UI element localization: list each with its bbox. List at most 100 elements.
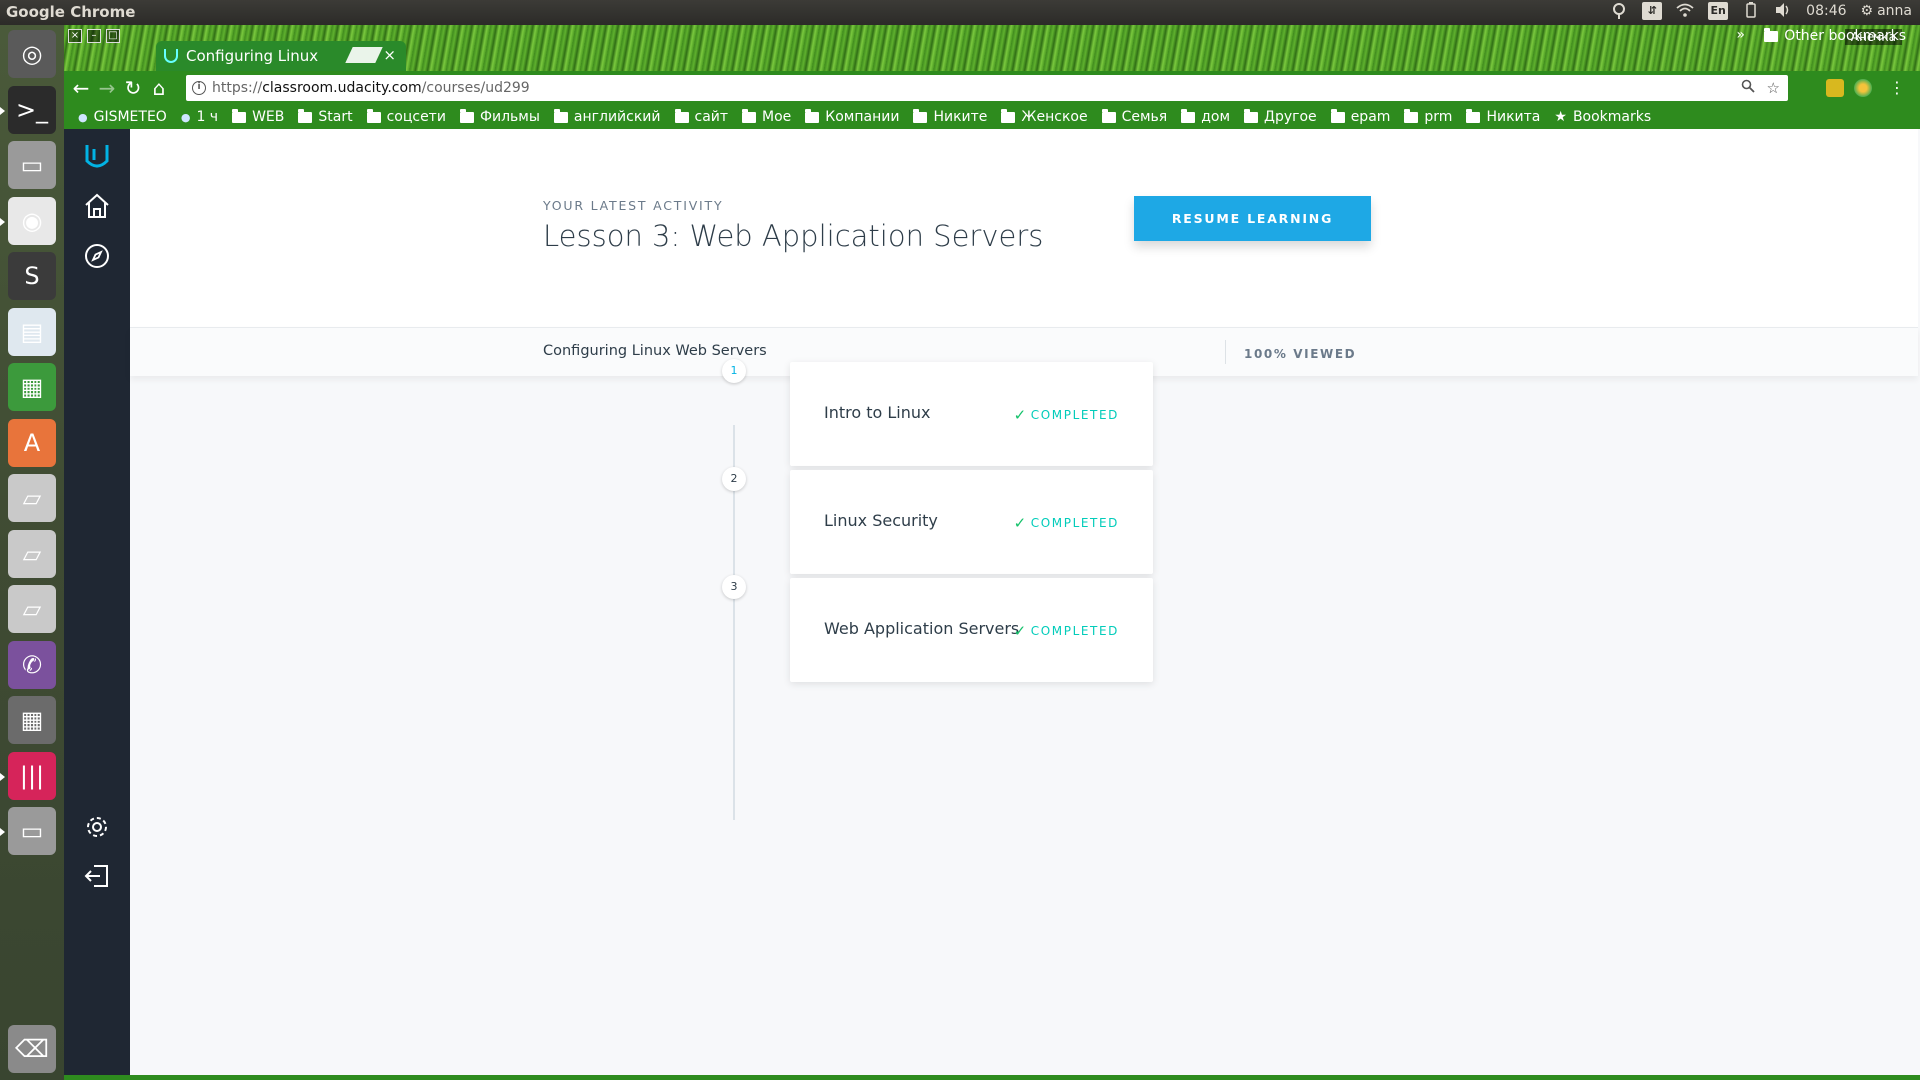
chrome-icon[interactable]: ◉ <box>0 196 56 245</box>
battery-icon[interactable] <box>1742 2 1760 20</box>
bookmark-item[interactable]: английский <box>553 108 661 125</box>
lesson-step-number: 3 <box>722 575 746 599</box>
udacity-logo-icon[interactable] <box>82 141 112 171</box>
home-icon[interactable]: ⌂ <box>146 75 172 101</box>
latest-lesson-title: Lesson 3: Web Application Servers <box>543 219 1044 253</box>
keyboard-layout-indicator[interactable]: En <box>1708 2 1729 20</box>
folder-icon <box>459 108 474 123</box>
bookmark-label: Start <box>318 109 353 125</box>
close-window-button[interactable]: × <box>68 29 82 43</box>
resume-learning-button[interactable]: RESUME LEARNING <box>1134 196 1371 241</box>
bookmarks-overflow-button[interactable]: » <box>1736 27 1745 43</box>
extension-icon[interactable] <box>1854 79 1872 97</box>
bookmark-item[interactable]: сайт <box>674 108 728 125</box>
wifi-icon[interactable] <box>1676 2 1694 20</box>
bookmark-item[interactable]: Женское <box>1001 108 1088 125</box>
checkmark-icon: ✓ <box>1013 622 1028 640</box>
running-indicator <box>0 828 5 836</box>
ubuntu-dash-icon[interactable]: ◎ <box>8 30 56 78</box>
bookmark-label: WEB <box>252 109 285 125</box>
lesson-card[interactable]: Web Application Servers ✓ COMPLETED <box>790 578 1153 682</box>
chrome-menu-icon[interactable]: ⋮ <box>1884 75 1910 101</box>
extension-icon[interactable] <box>1826 79 1844 97</box>
software-center-icon[interactable]: A <box>8 418 56 467</box>
course-name: Configuring Linux Web Servers <box>543 343 767 359</box>
reload-icon[interactable]: ↻ <box>120 75 146 101</box>
sublime-text-icon[interactable]: S <box>8 252 56 300</box>
user-menu[interactable]: ⚙ anna <box>1861 3 1912 19</box>
lesson-title: Intro to Linux <box>824 403 931 422</box>
bookmark-item[interactable]: ★ Bookmarks <box>1554 109 1651 125</box>
bookmark-star-icon[interactable]: ☆ <box>1767 75 1780 101</box>
folder-icon <box>1181 108 1196 123</box>
calc-icon[interactable]: ▦ <box>8 363 56 411</box>
drive-icon[interactable]: ▱ <box>8 474 56 522</box>
bookmark-item[interactable]: ● GISMETEO <box>78 109 167 125</box>
app-icon[interactable]: ||| <box>0 751 56 800</box>
bookmark-item[interactable]: Мое <box>742 108 791 125</box>
close-tab-icon[interactable]: × <box>383 46 396 64</box>
bookmark-item[interactable]: epam <box>1330 108 1390 125</box>
home-icon[interactable] <box>82 191 112 221</box>
folder-icon <box>1330 108 1345 123</box>
bookmark-item[interactable]: Семья <box>1101 108 1167 125</box>
bookmark-item[interactable]: дом <box>1181 108 1230 125</box>
volume-icon[interactable] <box>1774 2 1792 20</box>
bookmark-item[interactable]: Фильмы <box>459 108 540 125</box>
logout-icon[interactable] <box>82 861 112 891</box>
folder-icon <box>298 108 313 123</box>
checkmark-icon: ✓ <box>1013 406 1028 424</box>
location-icon[interactable] <box>1610 2 1628 20</box>
active-app-title: Google Chrome <box>6 3 136 21</box>
folder-icon <box>913 108 928 123</box>
folder-icon <box>1404 108 1419 123</box>
maximize-window-button[interactable]: □ <box>106 29 120 43</box>
zoom-icon[interactable] <box>1741 75 1755 101</box>
other-bookmarks-folder[interactable]: Other bookmarks <box>1764 27 1906 44</box>
bookmark-item[interactable]: соцсети <box>366 108 446 125</box>
url-path: /courses/ud299 <box>421 80 530 96</box>
clock[interactable]: 08:46 <box>1806 3 1846 19</box>
lesson-step-number: 1 <box>722 359 746 383</box>
drive-icon[interactable]: ▱ <box>8 529 56 578</box>
divider <box>1225 340 1226 364</box>
compass-icon[interactable] <box>82 241 112 271</box>
bookmark-item[interactable]: Никита <box>1466 108 1540 125</box>
bookmark-item[interactable]: ● 1 ч <box>181 109 218 125</box>
bookmark-item[interactable]: prm <box>1404 108 1452 125</box>
bookmark-item[interactable]: Другое <box>1244 108 1317 125</box>
bookmark-item[interactable]: WEB <box>232 108 285 125</box>
writer-icon[interactable]: ▤ <box>8 307 56 356</box>
forward-arrow-icon[interactable]: → <box>94 75 120 101</box>
viber-icon[interactable]: ✆ <box>8 640 56 689</box>
system-tray: ⇵ En 08:46 ⚙ anna <box>1610 2 1912 20</box>
files-icon[interactable]: ▭ <box>0 807 56 855</box>
site-info-icon[interactable]: i <box>192 81 206 95</box>
lesson-card[interactable]: Intro to Linux ✓ COMPLETED <box>790 362 1153 466</box>
trash-icon[interactable]: ⌫ <box>8 1025 56 1073</box>
bookmark-label: соцсети <box>386 109 446 125</box>
browser-toolbar: ← → ↻ ⌂ i https://classroom.udacity.com/… <box>64 71 1920 105</box>
other-bookmarks-label: Other bookmarks <box>1784 28 1906 44</box>
terminal-icon[interactable]: >_ <box>0 85 56 134</box>
site-favicon-icon: ● <box>78 110 88 124</box>
lesson-card[interactable]: Linux Security ✓ COMPLETED <box>790 470 1153 574</box>
bookmark-item[interactable]: Компании <box>805 108 899 125</box>
gear-icon: ⚙ <box>1860 3 1874 19</box>
drive-icon[interactable]: ▱ <box>8 585 56 633</box>
back-arrow-icon[interactable]: ← <box>68 75 94 101</box>
lesson-status-label: COMPLETED <box>1030 624 1119 638</box>
running-indicator <box>0 106 5 115</box>
settings-gear-icon[interactable] <box>82 812 112 842</box>
running-indicator <box>0 217 5 226</box>
files-icon[interactable]: ▭ <box>8 141 56 189</box>
usb-icon[interactable]: ⇵ <box>1642 2 1663 20</box>
address-bar[interactable]: i https://classroom.udacity.com/courses/… <box>186 75 1788 101</box>
calculator-icon[interactable]: ▦ <box>8 696 56 744</box>
minimize-window-button[interactable]: – <box>87 29 101 43</box>
latest-activity-section: YOUR LATEST ACTIVITY Lesson 3: Web Appli… <box>130 129 1918 327</box>
bookmark-label: GISMETEO <box>93 109 167 125</box>
bookmark-item[interactable]: Start <box>298 108 353 125</box>
lesson-step-number: 2 <box>722 467 746 491</box>
bookmark-item[interactable]: Никите <box>913 108 987 125</box>
